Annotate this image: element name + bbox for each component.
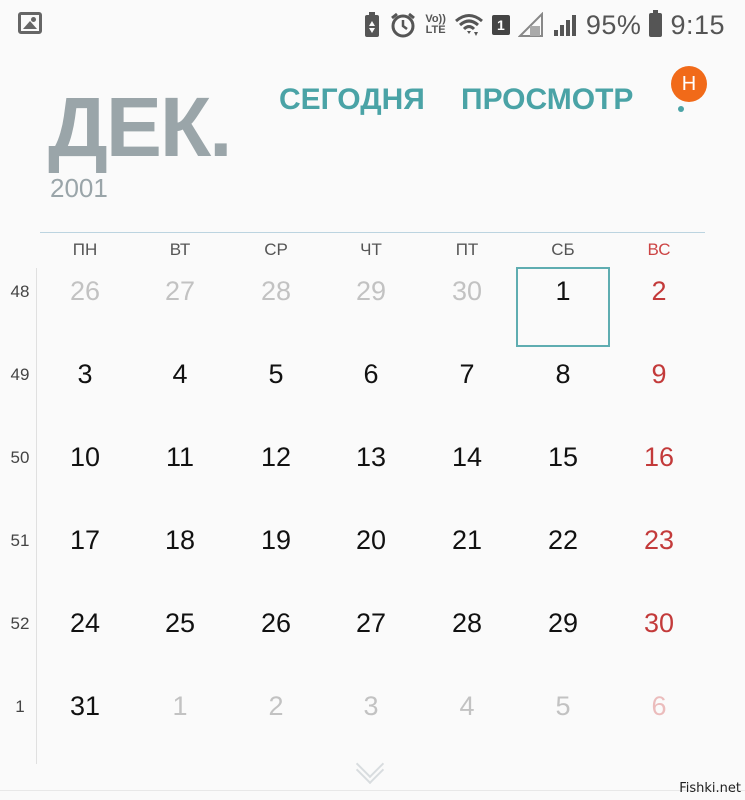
calendar-day[interactable]: 2 xyxy=(611,268,707,351)
month-title[interactable]: ДЕК. xyxy=(48,82,232,172)
calendar-day[interactable]: 19 xyxy=(228,517,324,600)
calendar-day[interactable]: 26 xyxy=(37,268,133,351)
status-icons: Vo)) LTE 1 95% 9:15 xyxy=(363,8,725,42)
calendar-day-selected[interactable]: 1 xyxy=(516,267,610,347)
sim-icon: 1 xyxy=(491,15,510,35)
calendar-day[interactable]: 27 xyxy=(132,268,228,351)
wifi-icon xyxy=(454,14,483,36)
header-divider xyxy=(40,232,705,233)
lte-label: LTE xyxy=(425,24,446,36)
calendar-day[interactable]: 12 xyxy=(228,434,324,517)
weekday-label: ПН xyxy=(72,240,98,259)
alarm-icon xyxy=(391,12,416,38)
view-button[interactable]: ПРОСМОТР xyxy=(461,80,633,120)
battery-percent: 95% xyxy=(585,9,642,40)
weekday-label: СБ xyxy=(551,240,575,259)
calendar-day[interactable]: 29 xyxy=(515,600,611,683)
calendar-day[interactable]: 10 xyxy=(37,434,133,517)
weekday-label: ВТ xyxy=(169,240,191,259)
calendar-day[interactable]: 2 xyxy=(228,683,324,766)
week-number: 1 xyxy=(15,697,25,716)
calendar-day[interactable]: 9 xyxy=(611,351,707,434)
watermark: Fishki.net xyxy=(679,781,741,796)
calendar-day[interactable]: 11 xyxy=(132,434,228,517)
week-number: 50 xyxy=(10,448,30,467)
weekday-label: СР xyxy=(264,240,288,259)
calendar-day[interactable]: 17 xyxy=(37,517,133,600)
week-number: 51 xyxy=(10,531,30,550)
calendar-day[interactable]: 24 xyxy=(37,600,133,683)
weekday-label: ВС xyxy=(647,240,671,259)
calendar-day[interactable]: 26 xyxy=(228,600,324,683)
notification-badge: Н xyxy=(671,66,707,102)
calendar-day[interactable]: 8 xyxy=(515,351,611,434)
week-number: 48 xyxy=(10,282,30,301)
gallery-icon xyxy=(18,12,42,34)
today-button[interactable]: СЕГОДНЯ xyxy=(279,80,425,120)
calendar-day[interactable]: 13 xyxy=(323,434,419,517)
calendar-day[interactable]: 1 xyxy=(132,683,228,766)
week-number: 52 xyxy=(10,614,30,633)
calendar-day[interactable]: 5 xyxy=(228,351,324,434)
calendar-day[interactable]: 20 xyxy=(323,517,419,600)
calendar-day[interactable]: 6 xyxy=(323,351,419,434)
calendar-day[interactable]: 27 xyxy=(323,600,419,683)
weekday-label: ПТ xyxy=(455,240,479,259)
calendar-day[interactable]: 4 xyxy=(132,351,228,434)
calendar-day[interactable]: 7 xyxy=(419,351,515,434)
battery-saver-icon xyxy=(365,12,380,37)
calendar-day[interactable]: 31 xyxy=(37,683,133,766)
calendar-day[interactable]: 28 xyxy=(228,268,324,351)
calendar-day[interactable]: 3 xyxy=(37,351,133,434)
calendar-day[interactable]: 30 xyxy=(611,600,707,683)
bottom-divider xyxy=(0,790,745,791)
calendar-day[interactable]: 25 xyxy=(132,600,228,683)
battery-icon xyxy=(649,10,663,37)
calendar-day[interactable]: 21 xyxy=(419,517,515,600)
calendar-day[interactable]: 4 xyxy=(419,683,515,766)
signal-icon xyxy=(517,12,543,37)
calendar-day[interactable]: 6 xyxy=(611,683,707,766)
status-bar: Vo)) LTE 1 95% 9:15 xyxy=(0,0,745,50)
week-number: 49 xyxy=(10,365,30,384)
calendar-day[interactable]: 30 xyxy=(419,268,515,351)
calendar-day[interactable]: 16 xyxy=(611,434,707,517)
expand-chevron-icon[interactable] xyxy=(355,749,389,785)
calendar-day[interactable]: 29 xyxy=(323,268,419,351)
calendar-day[interactable]: 18 xyxy=(132,517,228,600)
weekday-label: ЧТ xyxy=(360,240,382,259)
calendar-day[interactable]: 28 xyxy=(419,600,515,683)
calendar-day[interactable]: 15 xyxy=(515,434,611,517)
calendar-day[interactable]: 5 xyxy=(515,683,611,766)
year-label: 2001 xyxy=(50,173,108,203)
clock: 9:15 xyxy=(670,9,725,40)
volte-icon: Vo)) LTE xyxy=(425,14,446,36)
more-options-icon xyxy=(678,106,684,112)
calendar-day[interactable]: 23 xyxy=(611,517,707,600)
signal-icon xyxy=(553,15,576,36)
calendar-day[interactable]: 14 xyxy=(419,434,515,517)
calendar-day[interactable]: 22 xyxy=(515,517,611,600)
